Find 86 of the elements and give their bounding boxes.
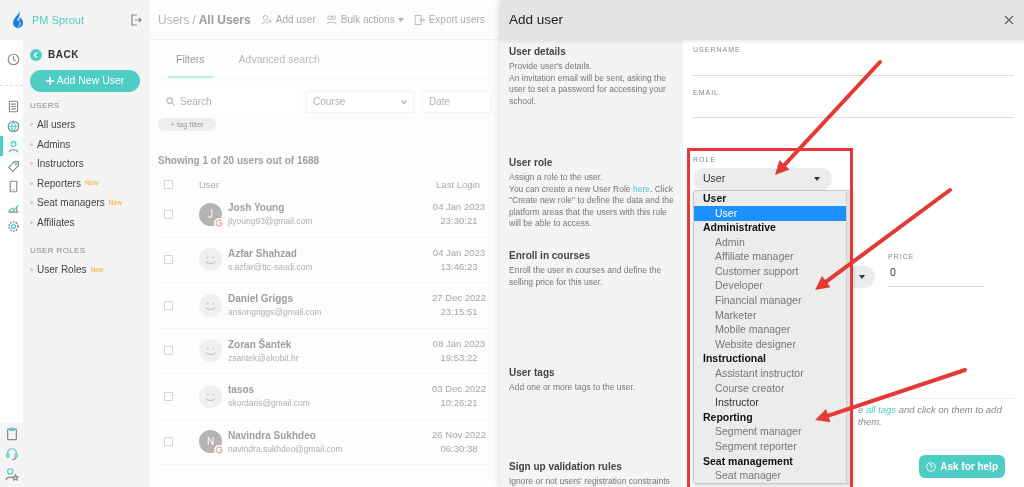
dropdown-option[interactable]: Instructor	[694, 395, 846, 411]
login-date: 04 Jan 2023	[432, 200, 486, 214]
back-link[interactable]: BACK	[48, 47, 79, 62]
toolbar-button[interactable]: Export users	[413, 12, 485, 27]
login-time: 10:26:21	[440, 396, 478, 411]
login-date: 26 Nov 2022	[432, 427, 486, 442]
price-input[interactable]: 0	[888, 262, 985, 287]
dropdown-option[interactable]: Marketer	[694, 308, 846, 323]
user-email: ansongriggs@gmail.com	[228, 306, 323, 320]
user-email: skordaris@gmail.com	[228, 397, 311, 411]
user-name: Navindra Sukhdeo	[228, 428, 317, 443]
dropdown-option[interactable]: Customer support	[694, 264, 846, 280]
section-description: Ignore or not users' registration constraints	[509, 476, 671, 486]
breadcrumb-separator: /	[192, 11, 196, 29]
section-description: Enroll the user in courses and define the selling price for this user.	[509, 265, 663, 288]
dropdown-option[interactable]: Assistant instructor	[694, 366, 846, 382]
dropdown-option[interactable]: Segment manager	[694, 425, 846, 440]
nav-link[interactable]: User Roles	[37, 262, 87, 278]
nav-link[interactable]: All users	[37, 117, 76, 133]
dropdown-option[interactable]: Website designer	[694, 337, 846, 353]
page-title: All Users	[198, 11, 251, 29]
option-group-label: Seat management	[702, 454, 794, 469]
dropdown-option[interactable]: Course creator	[694, 381, 846, 396]
avatar-initial: J	[208, 207, 213, 222]
user-name: tasos	[228, 383, 256, 398]
login-time: 23:30:21	[440, 214, 478, 229]
date-field[interactable]: Date	[422, 90, 492, 113]
user-name: Azfar Shahzad	[228, 246, 298, 261]
tags-hint: e all tags and click on them to add them.	[858, 404, 1003, 428]
login-time: 19:53:22	[440, 350, 478, 365]
login-time: 23:15:51	[440, 305, 478, 320]
nav-link[interactable]: Admins	[37, 136, 71, 152]
login-date: 04 Jan 2023	[432, 245, 486, 260]
user-email: jtyoung93@gmail.com	[228, 215, 314, 229]
toolbar-button[interactable]: Bulk actions	[325, 12, 404, 27]
dropdown-option[interactable]: User	[694, 206, 846, 221]
toolbar-button[interactable]: Add user	[260, 12, 316, 27]
nav-link[interactable]: Instructors	[37, 156, 84, 172]
user-email: s.azfar@ttc-saudi.com	[228, 260, 314, 274]
user-email: navindra.sukhdeo@gmail.com	[228, 442, 344, 456]
section-description: You can create a new User Role here. Click "Create new role" to define the data and the platform areas that the users with this role will be able to access.	[509, 183, 674, 230]
login-date: 27 Dec 2022	[432, 291, 486, 305]
dropdown-option[interactable]: Seat manager	[694, 468, 846, 484]
nav-link[interactable]: Affiliates	[37, 214, 75, 230]
option-group-label: Reporting	[702, 410, 754, 425]
nav-link[interactable]: Seat managers	[37, 195, 105, 211]
section-title: User tags	[509, 366, 556, 380]
modal-title: Add user	[509, 10, 564, 29]
all-tags-link[interactable]: all tags	[865, 404, 897, 415]
section-heading: USER ROLES	[30, 245, 87, 257]
section-title: User role	[509, 156, 554, 170]
option-group-label: User	[702, 191, 728, 206]
dropdown-option[interactable]: Financial manager	[694, 293, 846, 309]
user-name: Zoran Šantek	[228, 337, 293, 352]
dropdown-option[interactable]: Mobile manager	[694, 322, 846, 338]
user-name: Josh Young	[228, 201, 286, 216]
dropdown-option[interactable]: Developer	[694, 279, 846, 294]
column-header: User	[199, 177, 221, 192]
login-time: 13:46:23	[440, 259, 478, 274]
user-name: Daniel Griggs	[228, 292, 294, 307]
dropdown-option[interactable]: Segment reporter	[694, 439, 846, 455]
section-description: Add one or more tags to the user.	[509, 382, 637, 394]
section-title: Enroll in courses	[509, 249, 592, 263]
login-date: 03 Dec 2022	[432, 382, 486, 396]
option-group-label: Administrative	[702, 220, 777, 236]
results-summary: Showing 1 of 20 users out of 1688	[158, 153, 321, 168]
breadcrumb-link[interactable]: Users	[158, 10, 190, 29]
section-description: Provide user's details.	[509, 61, 593, 73]
login-time: 06:30:38	[440, 441, 478, 456]
section-description: Assign a role to the user.	[509, 172, 604, 184]
dropdown-option[interactable]: Admin	[694, 235, 846, 250]
dropdown-option[interactable]: Affiliate manager	[694, 249, 846, 265]
section-title: Sign up validation rules	[509, 460, 623, 474]
role-select[interactable]: User	[693, 167, 832, 190]
course-select[interactable]: Course	[306, 90, 414, 113]
brand-name: PM Sprout	[32, 12, 85, 28]
section-description: An invitation email will be sent, asking the user to set a password for accessing your school.	[509, 72, 667, 107]
section-heading: USERS	[30, 100, 61, 112]
option-group-label: Instructional	[702, 352, 767, 367]
login-date: 08 Jan 2023	[432, 336, 486, 351]
nav-link[interactable]: Reporters	[37, 175, 81, 191]
tab[interactable]: Filters	[168, 52, 213, 78]
user-email: zsantek@ekobit.hr	[228, 351, 300, 365]
column-header: Last Login	[435, 177, 481, 192]
section-title: User details	[509, 45, 567, 59]
avatar-initial: N	[206, 435, 215, 450]
